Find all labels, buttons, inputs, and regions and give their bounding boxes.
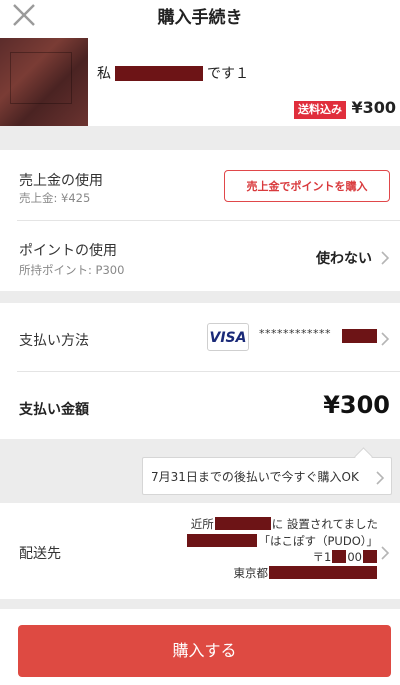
- purchase-button[interactable]: 購入する: [18, 625, 391, 677]
- address-line-3: 〒1 00: [313, 549, 378, 565]
- item-name-suffix: です１: [207, 66, 249, 82]
- buy-points-with-sales-button[interactable]: 売上金でポイントを購入: [224, 170, 390, 202]
- total-label: 支払い金額: [19, 402, 89, 418]
- shipping-address-row[interactable]: 配送先 近所 に 設置されてました 「はこぽす（PUDO）」 〒1 00 東京都: [0, 503, 400, 599]
- redaction: [269, 566, 377, 579]
- shipping-included-badge: 送料込み: [294, 101, 346, 119]
- address-line-2: 「はこぽす（PUDO）」: [186, 533, 378, 549]
- redaction: [214, 517, 271, 530]
- address-line-1-start: 近所: [190, 517, 214, 531]
- address-line-4: 東京都: [234, 565, 379, 581]
- postal-code-start: 〒1: [312, 550, 332, 564]
- deferred-payment-tooltip[interactable]: 7月31日までの後払いで今すぐ購入OK: [142, 457, 392, 495]
- payment-section: 支払い方法 VISA ************ 支払い金額 ¥300: [0, 303, 400, 439]
- tooltip-text: 7月31日までの後払いで今すぐ購入OK: [151, 470, 359, 484]
- chevron-right-icon: [380, 331, 390, 346]
- card-number: ************: [259, 327, 331, 340]
- address-line-1: 近所 に 設置されてました: [191, 516, 378, 532]
- item-price: ¥300: [351, 98, 396, 117]
- chevron-right-icon: [375, 470, 385, 485]
- address-line-2-text: 「はこぽす（PUDO）」: [258, 534, 378, 548]
- sales-balance: 売上金: ¥425: [19, 190, 90, 206]
- redaction: [187, 534, 258, 547]
- divider: [17, 220, 400, 221]
- address-line-4-text: 東京都: [233, 566, 269, 580]
- redaction: [115, 65, 203, 81]
- redaction: [332, 550, 347, 563]
- item-name: 私 です１: [97, 63, 249, 83]
- visa-card-icon: VISA: [207, 323, 249, 351]
- points-balance-value: P300: [95, 263, 125, 277]
- shipping-label: 配送先: [19, 546, 61, 562]
- postal-code-end: 00: [347, 550, 362, 564]
- redaction: [363, 550, 377, 563]
- total-amount: ¥300: [323, 391, 390, 419]
- payment-method-label: 支払い方法: [19, 333, 89, 349]
- item-name-prefix: 私: [97, 66, 111, 82]
- top-bar: 購入手続き: [0, 0, 400, 30]
- page-title: 購入手続き: [157, 8, 243, 28]
- sales-usage-label: 売上金の使用: [19, 173, 103, 189]
- payment-options-section: 売上金の使用 売上金: ¥425 売上金でポイントを購入 ポイントの使用 所持ポ…: [0, 150, 400, 291]
- sales-balance-value: ¥425: [61, 191, 91, 205]
- points-usage-label: ポイントの使用: [19, 243, 117, 259]
- address-line-1-end: に 設置されてました: [271, 517, 378, 531]
- sales-balance-label: 売上金:: [19, 191, 58, 205]
- chevron-right-icon: [380, 250, 390, 265]
- redaction: [342, 329, 377, 343]
- points-balance-label: 所持ポイント:: [19, 263, 92, 277]
- bottom-bar: 購入する: [0, 609, 400, 685]
- divider: [17, 371, 400, 372]
- item-thumbnail[interactable]: [0, 38, 88, 126]
- item-summary: 私 です１ 送料込み ¥300: [0, 30, 400, 126]
- points-usage-value: 使わない: [316, 251, 372, 267]
- points-balance: 所持ポイント: P300: [19, 262, 124, 278]
- chevron-right-icon: [380, 545, 390, 560]
